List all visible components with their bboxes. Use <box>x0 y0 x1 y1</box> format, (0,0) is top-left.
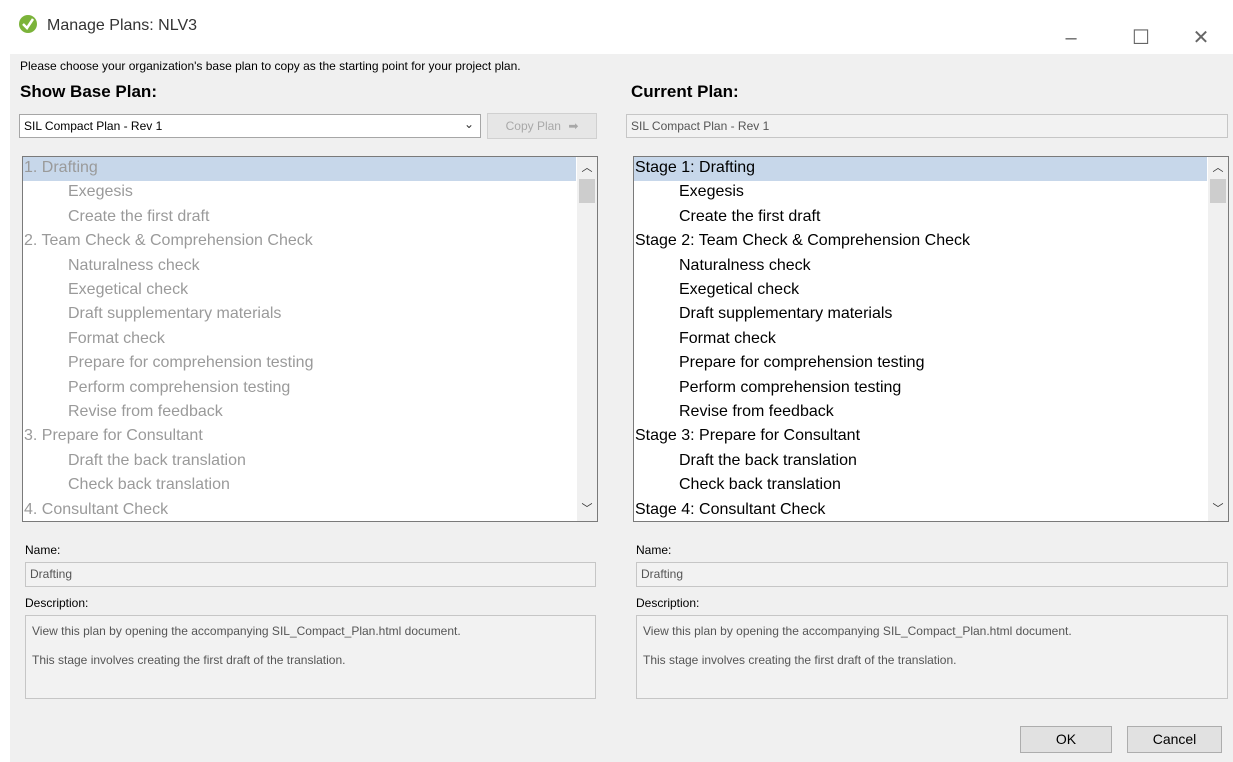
scroll-up-icon[interactable]: ︿ <box>1208 160 1228 177</box>
plan-task-item[interactable]: Revise from feedback <box>23 401 597 425</box>
arrow-right-icon: ➡ <box>568 119 579 133</box>
plan-task-item[interactable]: Draft the back translation <box>634 450 1228 474</box>
plan-task-item[interactable]: Check back translation <box>23 474 597 498</box>
plan-task-item[interactable]: Format check <box>634 328 1228 352</box>
check-leaf-icon <box>19 15 37 33</box>
current-plan-list[interactable]: Stage 1: Drafting Exegesis Create the firs… <box>633 156 1229 522</box>
current-name-label: Name: <box>636 543 672 557</box>
base-name-field[interactable]: Drafting <box>25 562 596 587</box>
plan-task-item[interactable]: Check back translation <box>634 474 1228 498</box>
plan-stage-item[interactable]: Stage 3: Prepare for Consultant <box>634 425 1207 449</box>
current-description-field[interactable]: View this plan by opening the accompanyi… <box>636 615 1228 699</box>
base-list-scrollbar[interactable]: ︿ ﹀ <box>577 157 597 521</box>
plan-task-item[interactable]: Draft supplementary materials <box>23 303 597 327</box>
plan-stage-item[interactable]: Stage 4: Consultant Check <box>634 499 1207 521</box>
plan-stage-item[interactable]: 1. Drafting <box>23 157 576 181</box>
plan-stage-item[interactable]: 2. Team Check & Comprehension Check <box>23 230 576 254</box>
plan-task-item[interactable]: Draft supplementary materials <box>634 303 1228 327</box>
scroll-thumb[interactable] <box>1210 179 1226 203</box>
scroll-down-icon[interactable]: ﹀ <box>1208 501 1228 518</box>
plan-task-item[interactable]: Perform comprehension testing <box>23 377 597 401</box>
window-title: Manage Plans: NLV3 <box>47 17 198 34</box>
current-plan-name-field[interactable]: SIL Compact Plan - Rev 1 <box>626 114 1228 138</box>
cancel-button[interactable]: Cancel <box>1127 726 1222 753</box>
scroll-down-icon[interactable]: ﹀ <box>577 501 597 518</box>
plan-task-item[interactable]: Exegesis <box>634 181 1228 205</box>
plan-task-item[interactable]: Perform comprehension testing <box>634 377 1228 401</box>
base-description-label: Description: <box>25 596 89 610</box>
plan-task-item[interactable]: Prepare for comprehension testing <box>23 352 597 376</box>
base-plan-dropdown[interactable]: SIL Compact Plan - Rev 1 ⌄ <box>19 114 481 138</box>
plan-task-item[interactable]: Draft the back translation <box>23 450 597 474</box>
plan-task-item[interactable]: Create the first draft <box>634 206 1228 230</box>
base-description-field[interactable]: View this plan by opening the accompanyi… <box>25 615 596 699</box>
title-bar[interactable]: Manage Plans: NLV3 – ☐ ✕ <box>10 8 1233 54</box>
minimize-button[interactable]: – <box>1050 18 1092 58</box>
base-plan-list[interactable]: 1. Drafting Exegesis Create the first draf… <box>22 156 598 522</box>
scroll-up-icon[interactable]: ︿ <box>577 160 597 177</box>
description-line: View this plan by opening the accompanyi… <box>643 624 1072 638</box>
instructions-text: Please choose your organization's base p… <box>20 59 521 73</box>
current-plan-header: Current Plan: <box>631 82 739 101</box>
plan-task-item[interactable]: Exegetical check <box>634 279 1228 303</box>
base-plan-header: Show Base Plan: <box>20 82 157 101</box>
base-plan-selected: SIL Compact Plan - Rev 1 <box>24 119 163 133</box>
plan-task-item[interactable]: Naturalness check <box>23 255 597 279</box>
scroll-thumb[interactable] <box>579 179 595 203</box>
ok-button[interactable]: OK <box>1020 726 1112 753</box>
copy-plan-button[interactable]: Copy Plan ➡ <box>487 113 597 139</box>
plan-task-item[interactable]: Naturalness check <box>634 255 1228 279</box>
plan-stage-item[interactable]: 4. Consultant Check <box>23 499 576 521</box>
plan-stage-item[interactable]: Stage 2: Team Check & Comprehension Chec… <box>634 230 1207 254</box>
dialog-body: Please choose your organization's base p… <box>10 54 1233 762</box>
description-line: View this plan by opening the accompanyi… <box>32 624 461 638</box>
plan-task-item[interactable]: Exegesis <box>23 181 597 205</box>
copy-plan-label: Copy Plan <box>505 119 561 133</box>
maximize-button[interactable]: ☐ <box>1120 18 1162 58</box>
plan-task-item[interactable]: Exegetical check <box>23 279 597 303</box>
plan-task-item[interactable]: Prepare for comprehension testing <box>634 352 1228 376</box>
current-description-label: Description: <box>636 596 700 610</box>
plan-task-item[interactable]: Revise from feedback <box>634 401 1228 425</box>
description-line: This stage involves creating the first d… <box>32 653 346 667</box>
plan-task-item[interactable]: Format check <box>23 328 597 352</box>
plan-stage-item[interactable]: Stage 1: Drafting <box>634 157 1207 181</box>
base-name-label: Name: <box>25 543 61 557</box>
close-button[interactable]: ✕ <box>1180 18 1222 58</box>
description-line: This stage involves creating the first d… <box>643 653 957 667</box>
current-name-field[interactable]: Drafting <box>636 562 1228 587</box>
plan-stage-item[interactable]: 3. Prepare for Consultant <box>23 425 576 449</box>
plan-task-item[interactable]: Create the first draft <box>23 206 597 230</box>
current-list-scrollbar[interactable]: ︿ ﹀ <box>1208 157 1228 521</box>
chevron-down-icon: ⌄ <box>463 117 474 131</box>
